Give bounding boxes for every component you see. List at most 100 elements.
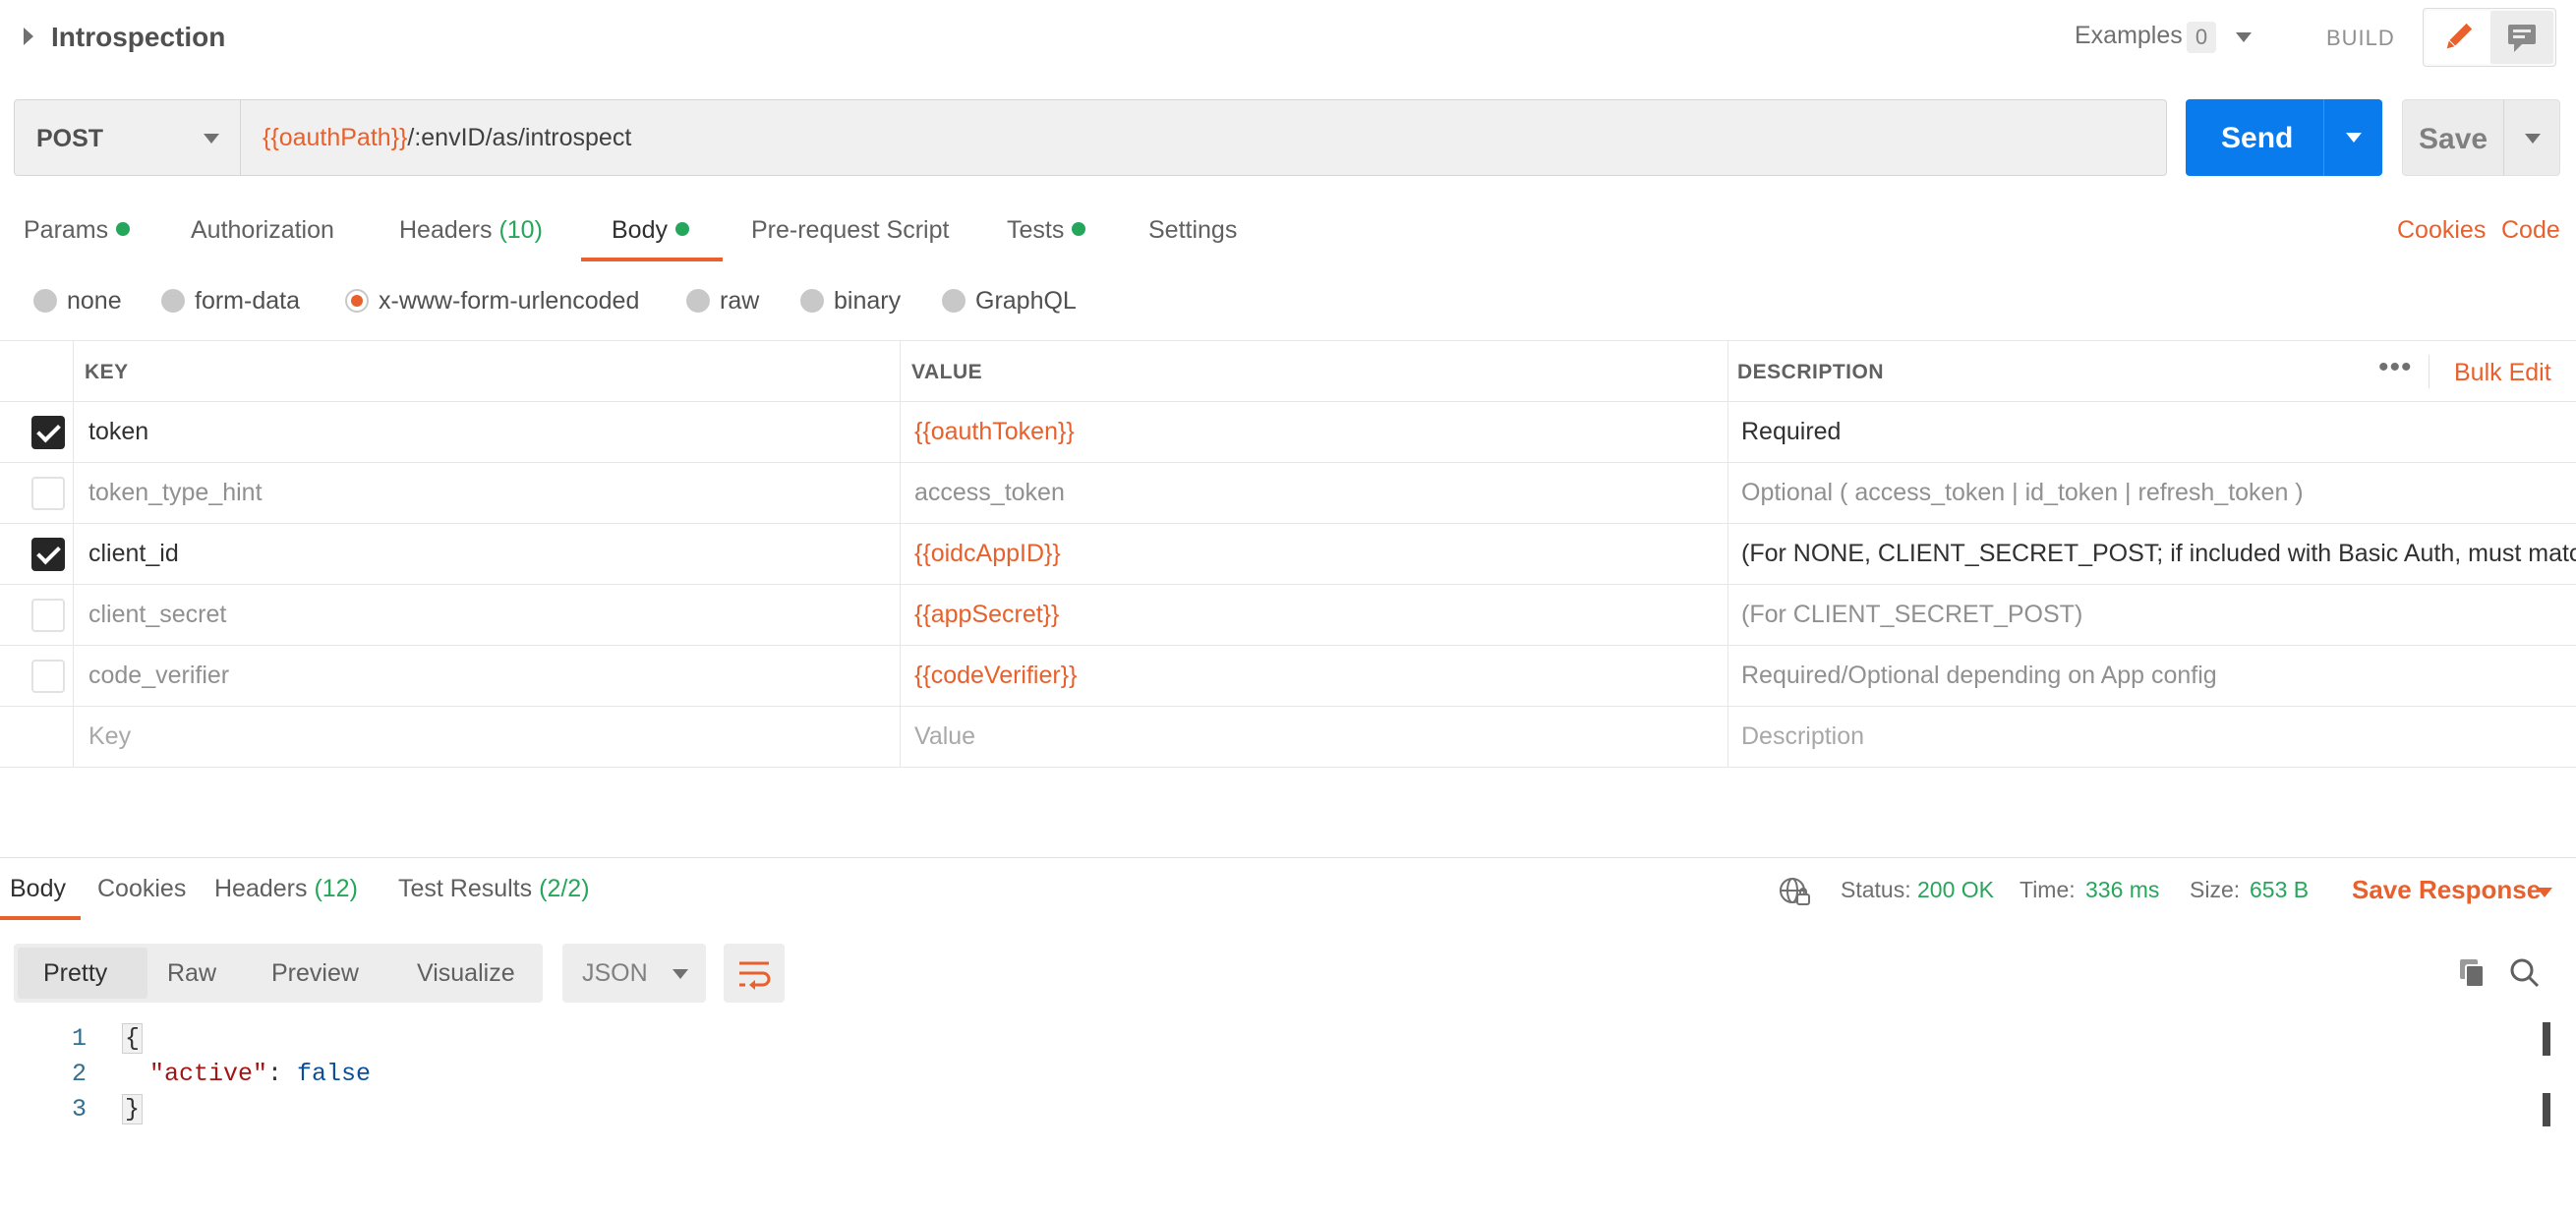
- row-checkbox[interactable]: [31, 477, 65, 510]
- request-title[interactable]: Introspection: [51, 22, 225, 53]
- response-tab-test-results[interactable]: Test Results (2/2): [398, 875, 590, 903]
- send-button[interactable]: Send: [2186, 99, 2382, 176]
- send-label: Send: [2221, 122, 2294, 154]
- row-key[interactable]: client_secret: [88, 601, 226, 629]
- code-line: }: [122, 1094, 144, 1124]
- tab-body[interactable]: Body: [612, 216, 689, 245]
- row-value[interactable]: {{oauthToken}}: [914, 418, 1075, 446]
- view-pretty-button[interactable]: Pretty: [43, 959, 107, 988]
- tab-params[interactable]: Params: [24, 216, 131, 245]
- new-description-input[interactable]: Description: [1741, 722, 2576, 751]
- edit-mode-button[interactable]: [2426, 11, 2490, 64]
- save-button[interactable]: Save: [2402, 99, 2560, 176]
- tab-headers[interactable]: Headers (10): [399, 216, 543, 245]
- time-label: Time:: [2020, 877, 2076, 902]
- radio-none-circle: [33, 289, 57, 313]
- scrollbar-marker[interactable]: [2543, 1022, 2550, 1056]
- new-value-input[interactable]: Value: [914, 722, 975, 751]
- row-checkbox[interactable]: [31, 660, 65, 693]
- radio-urlencoded-circle: [345, 289, 369, 313]
- method-label: POST: [36, 125, 104, 152]
- comment-mode-button[interactable]: [2490, 11, 2553, 64]
- row-key[interactable]: token_type_hint: [88, 479, 263, 507]
- row-value[interactable]: {{appSecret}}: [914, 601, 1059, 629]
- view-preview-button[interactable]: Preview: [271, 959, 359, 988]
- row-description[interactable]: (For NONE, CLIENT_SECRET_POST; if includ…: [1741, 540, 2576, 568]
- wrap-lines-button[interactable]: [724, 944, 785, 1003]
- code-line: {: [122, 1023, 144, 1054]
- row-description[interactable]: (For CLIENT_SECRET_POST): [1741, 601, 2576, 629]
- format-label: JSON: [582, 959, 648, 987]
- tests-indicator-dot: [1072, 222, 1086, 236]
- view-raw-button[interactable]: Raw: [167, 959, 216, 988]
- status-label: Status:: [1841, 877, 1911, 902]
- save-response-caret-icon[interactable]: [2537, 888, 2552, 897]
- header-value: VALUE: [911, 361, 983, 383]
- table-row: client_secret {{appSecret}} (For CLIENT_…: [0, 585, 2576, 646]
- tab-params-label: Params: [24, 216, 109, 244]
- size-value[interactable]: 653 B: [2250, 877, 2309, 903]
- response-tab-body[interactable]: Body: [10, 875, 66, 903]
- row-value[interactable]: {{oidcAppID}}: [914, 540, 1061, 568]
- tab-tests[interactable]: Tests: [1007, 216, 1086, 245]
- tab-headers-count: (10): [498, 216, 543, 244]
- cookies-link[interactable]: Cookies: [2397, 216, 2486, 245]
- json-key: "active": [149, 1060, 268, 1088]
- row-description[interactable]: Required/Optional depending on App confi…: [1741, 662, 2576, 690]
- response-toolbar: Pretty Raw Preview Visualize JSON: [14, 944, 2576, 1003]
- new-key-input[interactable]: Key: [88, 722, 131, 751]
- header-key: KEY: [85, 361, 129, 383]
- line-number: 2: [71, 1060, 87, 1088]
- search-icon[interactable]: [2507, 955, 2543, 991]
- response-tab-cookies[interactable]: Cookies: [97, 875, 186, 903]
- row-key[interactable]: client_id: [88, 540, 179, 568]
- send-caret-icon[interactable]: [2346, 133, 2362, 143]
- tab-body-label: Body: [612, 216, 668, 244]
- json-value: false: [297, 1060, 372, 1088]
- header-separator: [2429, 355, 2430, 388]
- save-response-button[interactable]: Save Response: [2352, 875, 2541, 905]
- save-label: Save: [2419, 123, 2488, 155]
- row-description[interactable]: Optional ( access_token | id_token | ref…: [1741, 479, 2576, 507]
- view-visualize-button[interactable]: Visualize: [417, 959, 515, 988]
- time-value[interactable]: 336 ms: [2085, 877, 2159, 903]
- tab-prerequest-script[interactable]: Pre-request Script: [751, 216, 949, 245]
- bulk-edit-link[interactable]: Bulk Edit: [2454, 359, 2551, 387]
- radio-form-data-circle: [161, 289, 185, 313]
- method-select[interactable]: POST: [15, 100, 241, 175]
- save-caret-icon[interactable]: [2525, 134, 2541, 144]
- radio-raw-label: raw: [720, 287, 760, 315]
- globe-icon[interactable]: [1778, 875, 1811, 908]
- tab-headers-label: Headers: [399, 216, 493, 244]
- format-select[interactable]: JSON: [562, 944, 706, 1003]
- row-checkbox[interactable]: [31, 416, 65, 449]
- row-description[interactable]: Required: [1741, 418, 2576, 446]
- url-input[interactable]: {{oauthPath}}/:envID/as/introspect: [263, 124, 631, 152]
- examples-dropdown-label[interactable]: Examples: [2075, 22, 2183, 50]
- row-value[interactable]: access_token: [914, 479, 1065, 507]
- scrollbar-marker[interactable]: [2543, 1093, 2550, 1126]
- radio-form-data-label: form-data: [195, 287, 300, 315]
- tab-settings[interactable]: Settings: [1148, 216, 1237, 245]
- copy-icon[interactable]: [2454, 955, 2489, 991]
- row-key[interactable]: token: [88, 418, 148, 446]
- status-value[interactable]: 200 OK: [1917, 877, 1994, 903]
- code-line: "active": false: [149, 1060, 371, 1088]
- request-header: Introspection Examples 0 BUILD: [0, 0, 2576, 75]
- row-value[interactable]: {{codeVerifier}}: [914, 662, 1077, 690]
- response-active-tab-underline: [0, 916, 81, 920]
- save-divider: [2503, 100, 2504, 175]
- url-path: /:envID/as/introspect: [407, 124, 632, 151]
- row-checkbox[interactable]: [31, 599, 65, 632]
- more-options-icon[interactable]: •••: [2378, 351, 2413, 384]
- code-link[interactable]: Code: [2501, 216, 2560, 245]
- row-key[interactable]: code_verifier: [88, 662, 229, 690]
- response-tab-headers[interactable]: Headers (12): [214, 875, 358, 903]
- expand-caret-icon[interactable]: [24, 28, 33, 45]
- examples-caret-icon[interactable]: [2236, 32, 2252, 42]
- response-body-viewer[interactable]: 1 2 3 { "active": false }: [0, 1018, 2576, 1210]
- response-divider[interactable]: [0, 857, 2576, 858]
- row-checkbox[interactable]: [31, 538, 65, 571]
- wrap-lines-icon: [739, 961, 771, 990]
- tab-authorization[interactable]: Authorization: [191, 216, 334, 245]
